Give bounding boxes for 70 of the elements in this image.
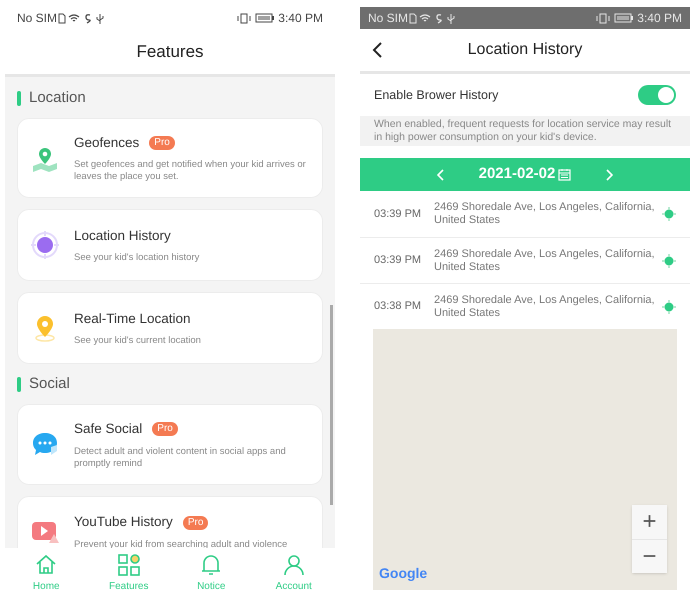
feature-title: Geofences [74,134,140,152]
address-label: 2469 Shoredale Ave, Los Angeles, California, United States [434,201,656,227]
carrier-label: No SIM [368,10,408,27]
section-marker [17,376,21,392]
scrollbar[interactable] [330,305,333,505]
person-icon [282,554,305,576]
history-row[interactable]: 03:39 PM 2469 Shoredale Ave, Los Angeles, California, United States [360,237,690,283]
home-icon [35,554,58,576]
usb-icon [96,12,104,24]
section-title: Location [29,88,86,108]
feature-card[interactable]: Location History See your kid's location history [17,209,323,282]
feature-title: Location History [74,227,171,246]
wifi-icon [419,13,432,23]
back-button[interactable] [372,42,384,58]
clock-label: 3:40 PM [637,10,682,27]
map-attribution: Google [379,564,428,583]
wifi-icon [68,13,80,23]
carrier-label: No SIM [17,10,58,27]
bell-icon [200,554,222,576]
zoom-out-button[interactable]: − [632,539,667,573]
battery-icon [614,13,634,23]
usb-icon [447,12,456,24]
screen-title: Features [135,40,205,63]
pro-badge: Pro [182,516,208,530]
clock-label: 3:40 PM [278,10,323,27]
feature-card[interactable]: Real-Time Location See your kid's current location [17,292,323,364]
location-dot-icon [662,300,676,314]
location-dot-icon [662,254,676,268]
sim-icon [409,12,418,24]
vibrate-icon [596,12,610,24]
feature-description: Set geofences and get notified when your kid arrives or leaves the place you set. [74,159,307,184]
address-label: 2469 Shoredale Ave, Los Angeles, California, United States [434,294,656,320]
sync-icon [435,12,444,24]
target-icon [31,231,59,260]
feature-card[interactable]: Geofences Pro Set geofences and get notified when your kid arrives or leaves the place you set. [17,118,323,198]
feature-title: Safe Social [74,420,142,438]
info-note: When enabled, frequent requests for location service may result in high power consumption on your kid's device. [360,116,690,146]
chevron-left-icon [436,168,445,180]
next-day-button[interactable] [605,168,614,180]
zoom-in-button[interactable]: + [632,505,667,539]
grid-icon [118,554,140,576]
pro-badge: Pro [149,136,175,150]
date-label: 2021-02-02 [478,164,556,184]
toggle-switch[interactable] [638,85,676,105]
feature-description: See your kid's location history [74,252,200,264]
feature-description: Detect adult and violent content in social apps and promptly remind [74,446,287,470]
sync-icon [84,12,92,24]
vibrate-icon [237,12,252,24]
pro-badge: Pro [152,422,178,436]
calendar-icon [558,168,572,181]
previous-day-button[interactable] [436,168,445,180]
address-label: 2469 Shoredale Ave, Los Angeles, California, United States [434,248,656,274]
battery-icon [255,13,276,23]
back-icon [372,42,384,58]
section-title: Social [29,374,70,394]
time-label: 03:39 PM [374,206,422,222]
map-area[interactable]: Google + − [373,329,677,590]
sim-icon [58,12,66,24]
time-label: 03:39 PM [374,253,422,268]
history-row[interactable]: 03:39 PM 2469 Shoredale Ave, Los Angeles, California, United States [360,191,690,237]
screen-title: Location History [468,40,582,60]
location-dot-icon [662,207,676,221]
feature-description: See your kid's current location [74,335,201,348]
feature-title: Real-Time Location [74,310,191,328]
section-marker [17,90,21,106]
setting-label: Enable Brower History [374,86,498,104]
chevron-right-icon [605,168,614,180]
feature-card[interactable]: Safe Social Pro Detect adult and violent content in social apps and promptly remind [17,404,323,484]
time-label: 03:38 PM [374,299,422,314]
feature-title: YouTube History [74,513,173,532]
